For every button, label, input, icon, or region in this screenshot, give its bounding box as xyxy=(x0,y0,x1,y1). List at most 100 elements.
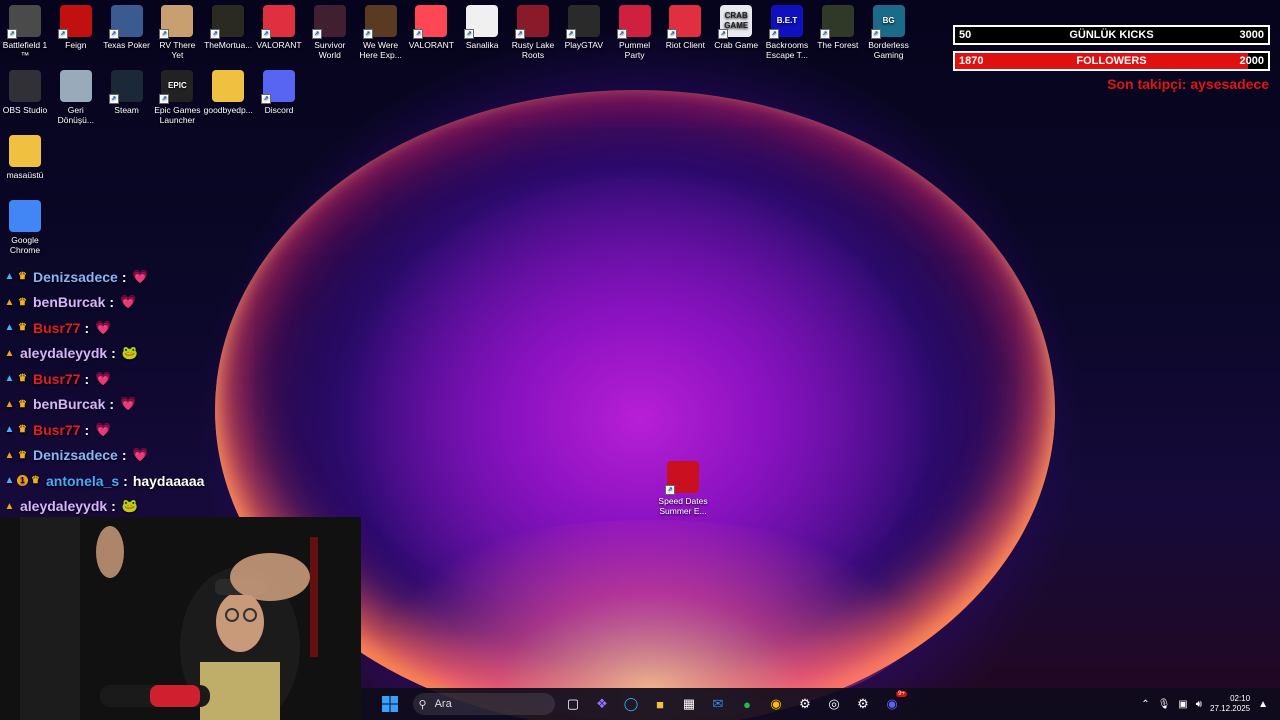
chat-colon: : xyxy=(84,319,90,336)
chat-colon: : xyxy=(84,421,90,438)
desktop-icon-label: VALORANT xyxy=(408,40,454,50)
desktop-icon-survivor-world[interactable]: ↗ Survivor World xyxy=(305,5,355,60)
desktop-icon-rv-there-yet[interactable]: ↗ RV There Yet xyxy=(152,5,202,60)
desktop-icon-rusty-lake-roots[interactable]: ↗ Rusty Lake Roots xyxy=(508,5,558,60)
desktop-icon-label: Backrooms Escape T... xyxy=(765,40,809,60)
flame-badge-icon: ▲ xyxy=(4,449,15,461)
volume-icon[interactable]: 🔊︎ xyxy=(1196,699,1202,710)
desktop-icon-backrooms-escape[interactable]: B.E.T ↗ Backrooms Escape T... xyxy=(762,5,812,60)
chevron-up-icon[interactable]: ⌃ xyxy=(1141,699,1149,710)
chat-username: benBurcak xyxy=(33,396,106,413)
play-gtav-icon: ↗ xyxy=(565,5,600,39)
chat-username: Busr77 xyxy=(33,370,81,387)
desktop-icon-riot-client[interactable]: ↗ Riot Client xyxy=(660,5,710,50)
desktop-icon-borderless-gaming[interactable]: BG ↗ Borderless Gaming xyxy=(864,5,914,60)
desktop-icon-steam[interactable]: ↗ Steam xyxy=(102,70,152,115)
steam-taskbar-icon[interactable]: ⚙ xyxy=(792,691,818,717)
crown-badge-icon: ♛ xyxy=(18,424,27,436)
notification-icon[interactable]: ▲ xyxy=(1258,699,1268,710)
shortcut-arrow-icon: ↗ xyxy=(665,485,675,495)
feign-icon: ↗ xyxy=(57,5,92,39)
chat-username: Denizsadece xyxy=(33,268,118,285)
network-icon[interactable]: ▣ xyxy=(1178,699,1187,710)
desktop-icon-masaustu-folder[interactable]: masaüstü xyxy=(0,135,50,180)
clock-time: 02:10 xyxy=(1230,694,1251,703)
discord-taskbar-icon[interactable]: ◉ 9+ xyxy=(879,691,907,717)
desktop-icon-obs-studio[interactable]: OBS Studio xyxy=(0,70,50,115)
desktop-icon-the-mortuary[interactable]: ↗ TheMortua... xyxy=(203,5,253,50)
shortcut-arrow-icon: ↗ xyxy=(667,29,678,39)
task-view-icon[interactable]: ▢ xyxy=(560,691,586,717)
desktop-icon-label: Epic Games Launcher xyxy=(154,105,201,125)
desktop-icon-texas-poker[interactable]: ↗ Texas Poker xyxy=(102,5,152,50)
desktop-icon-label: Pummel Party xyxy=(619,40,651,60)
desktop-icon-valorant-2[interactable]: ↗ VALORANT xyxy=(406,5,456,50)
spotify-icon[interactable]: ● xyxy=(734,691,760,717)
speed-dates-icon: ↗ xyxy=(665,461,699,495)
flame-badge-icon: ▲ xyxy=(4,271,15,283)
rusty-lake-roots-icon: ↗ xyxy=(515,5,549,39)
desktop-icon-battlefield-1[interactable]: ↗ Battlefield 1 ™ xyxy=(0,5,50,60)
desktop-icon-epic-games-launcher[interactable]: EPIC ↗ Epic Games Launcher xyxy=(152,70,202,125)
desktop-icon-label: The Forest xyxy=(817,40,859,50)
desktop-icon-play-gtav[interactable]: ↗ PlayGTAV xyxy=(559,5,609,50)
copilot-icon[interactable]: ❖ xyxy=(589,691,615,717)
crown-badge-icon: ♛ xyxy=(18,449,27,461)
crab-game-icon: CRAB GAME ↗ xyxy=(718,5,753,39)
obs-taskbar-icon[interactable]: ◎ xyxy=(821,691,847,717)
followers-goal-bar: 1870 FOLLOWERS 2000 xyxy=(953,51,1270,71)
crown-badge-icon: ♛ xyxy=(18,296,27,308)
mail-icon[interactable]: ✉ xyxy=(705,691,731,717)
shortcut-arrow-icon: ↗ xyxy=(819,29,830,39)
clock[interactable]: 02:10 27.12.2025 xyxy=(1210,694,1250,714)
desktop-icon-speed-dates[interactable]: ↗ Speed Dates Summer E... xyxy=(658,461,708,516)
chat-emote-icon: 💗 xyxy=(95,421,112,437)
store-icon[interactable]: ▦ xyxy=(676,691,702,717)
desktop-icon-crab-game[interactable]: CRAB GAME ↗ Crab Game xyxy=(711,5,761,50)
desktop-icon-google-chrome[interactable]: Google Chrome xyxy=(0,200,50,255)
start-button[interactable] xyxy=(377,691,403,717)
chat-message: ▲ ♛ Busr77: 💗 xyxy=(4,417,304,443)
shortcut-arrow-icon: ↗ xyxy=(108,94,119,104)
desktop-icon-label: Discord xyxy=(264,105,294,115)
shortcut-arrow-icon: ↗ xyxy=(159,94,170,104)
desktop-icon-feign[interactable]: ↗ Feign xyxy=(51,5,101,50)
the-forest-icon: ↗ xyxy=(819,5,854,39)
chat-username: aleydaleyydk xyxy=(20,498,108,515)
desktop-icon-goodbyedp-folder[interactable]: goodbyedp... xyxy=(203,70,253,115)
desktop-icon-pummel-party[interactable]: ↗ Pummel Party xyxy=(610,5,660,60)
sanalika-icon: ↗ xyxy=(464,5,499,39)
shortcut-arrow-icon: ↗ xyxy=(718,29,729,39)
desktop-icon-valorant[interactable]: ↗ VALORANT xyxy=(254,5,304,50)
chat-message: ▲ ♛ benBurcak: 💗 xyxy=(4,290,304,316)
settings-icon[interactable]: ⚙ xyxy=(850,691,876,717)
edge-icon[interactable]: ◯ xyxy=(618,691,644,717)
daily-kicks-goal-bar: 50 GÜNLÜK KICKS 3000 xyxy=(953,25,1270,45)
desktop-icon-the-forest[interactable]: ↗ The Forest xyxy=(813,5,863,50)
chat-message: ▲ aleydaleyydk: 🐸 xyxy=(4,494,304,520)
chat-username: benBurcak xyxy=(33,294,106,311)
desktop-icon-discord[interactable]: ↗ Discord xyxy=(254,70,304,115)
shortcut-arrow-icon: ↗ xyxy=(616,29,627,39)
chat-emote-icon: 💗 xyxy=(132,447,149,463)
microphone-icon[interactable]: 🎙︎ xyxy=(1158,699,1171,710)
chrome-taskbar-icon[interactable]: ◉ xyxy=(763,691,789,717)
desktop-icon-label: VALORANT xyxy=(256,40,302,50)
valorant-2-icon: ↗ xyxy=(413,5,448,39)
discord-notification-badge: 9+ xyxy=(896,691,907,697)
system-tray: ⌃ 🎙︎ ▣ 🔊︎ 02:10 27.12.2025 ▲ xyxy=(1141,688,1268,720)
file-explorer-icon[interactable]: ■ xyxy=(647,691,673,717)
borderless-gaming-icon: BG ↗ xyxy=(870,5,905,39)
shortcut-arrow-icon: ↗ xyxy=(565,29,576,39)
desktop-icon-we-were-here[interactable]: ↗ We Were Here Exp... xyxy=(356,5,406,60)
desktop-icon-sanalika[interactable]: ↗ Sanalika xyxy=(457,5,507,50)
desktop-icon-label: Riot Client xyxy=(665,40,705,50)
chat-text: haydaaaaa xyxy=(132,472,205,489)
desktop-icon-recycle-bin[interactable]: Geri Dönüşü... xyxy=(51,70,101,125)
desktop-icon-label: Sanalika xyxy=(465,40,499,50)
desktop-icon-label: TheMortua... xyxy=(204,40,253,50)
chat-emote-icon: 💗 xyxy=(119,396,137,412)
chat-overlay: ▲ ♛ Denizsadece: 💗 ▲ ♛ benBurcak: 💗 ▲ ♛ Busr77: 💗 ▲ a… xyxy=(4,264,304,519)
daily-kicks-label: GÜNLÜK KICKS xyxy=(1069,29,1154,41)
taskbar-search-box[interactable]: ⚲ Ara xyxy=(412,693,555,715)
